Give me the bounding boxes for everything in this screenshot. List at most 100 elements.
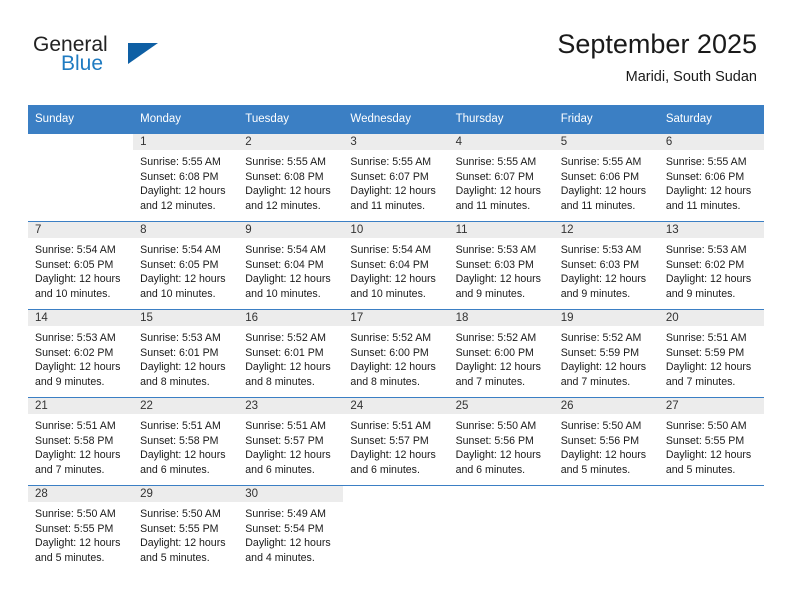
- calendar-day-cell[interactable]: 29 Sunrise: 5:50 AM Sunset: 5:55 PM Dayligh…: [133, 485, 239, 573]
- day-cell-inner: 13 Sunrise: 5:53 AM Sunset: 6:02 PM Dayligh…: [658, 221, 764, 309]
- calendar-day-cell[interactable]: 26 Sunrise: 5:50 AM Sunset: 5:56 PM Dayligh…: [553, 397, 659, 485]
- sunset-text: Sunset: 5:57 PM: [245, 434, 324, 447]
- daylight-text-line1: Daylight: 12 hours: [245, 185, 331, 198]
- daylight-text-line2: and 7 minutes.: [665, 375, 736, 388]
- sunset-text: Sunset: 5:56 PM: [455, 434, 534, 447]
- day-cell-inner: 15 Sunrise: 5:53 AM Sunset: 6:01 PM Dayligh…: [133, 309, 239, 397]
- calendar-day-cell[interactable]: 30 Sunrise: 5:49 AM Sunset: 5:54 PM Dayligh…: [238, 485, 344, 573]
- day-cell-inner: [343, 485, 449, 573]
- calendar-day-cell[interactable]: 9 Sunrise: 5:54 AM Sunset: 6:04 PM Daylight…: [238, 221, 344, 309]
- sunset-text: Sunset: 5:58 PM: [140, 434, 219, 447]
- daylight-text-line2: and 6 minutes.: [350, 463, 420, 476]
- sunset-text: Sunset: 6:06 PM: [560, 170, 640, 183]
- day-number: 25: [448, 398, 554, 414]
- calendar-day-cell[interactable]: 5 Sunrise: 5:55 AM Sunset: 6:06 PM Daylight…: [553, 133, 659, 221]
- weekday-header-friday: Friday: [553, 105, 659, 133]
- calendar-day-cell[interactable]: 4 Sunrise: 5:55 AM Sunset: 6:07 PM Daylight…: [448, 133, 554, 221]
- day-cell-inner: [448, 485, 554, 573]
- sunset-text: Sunset: 6:05 PM: [140, 258, 219, 271]
- calendar-day-cell[interactable]: 2 Sunrise: 5:55 AM Sunset: 6:08 PM Daylight…: [238, 133, 344, 221]
- day-cell-inner: 7 Sunrise: 5:54 AM Sunset: 6:05 PM Daylight…: [28, 221, 134, 309]
- day-cell-inner: 12 Sunrise: 5:53 AM Sunset: 6:03 PM Dayligh…: [553, 221, 659, 309]
- day-number: [28, 134, 133, 150]
- day-cell-inner: 27 Sunrise: 5:50 AM Sunset: 5:55 PM Dayligh…: [658, 397, 764, 485]
- sunrise-text: Sunrise: 5:51 AM: [140, 420, 221, 432]
- calendar-day-cell[interactable]: 17 Sunrise: 5:52 AM Sunset: 6:00 PM Dayligh…: [343, 309, 449, 397]
- sunset-text: Sunset: 6:04 PM: [245, 258, 324, 271]
- daylight-text-line1: Daylight: 12 hours: [35, 361, 121, 374]
- daylight-text-line2: and 8 minutes.: [140, 375, 210, 388]
- sunrise-text: Sunrise: 5:53 AM: [665, 244, 747, 256]
- day-sun-info: Sunrise: 5:53 AM Sunset: 6:03 PM Daylight:…: [554, 238, 659, 301]
- logo-triangle-icon: [128, 43, 158, 64]
- sunrise-text: Sunrise: 5:50 AM: [560, 420, 642, 432]
- sunset-text: Sunset: 6:04 PM: [350, 258, 429, 271]
- sunrise-text: Sunrise: 5:55 AM: [665, 156, 747, 168]
- calendar-day-cell[interactable]: 25 Sunrise: 5:50 AM Sunset: 5:56 PM Dayligh…: [448, 397, 554, 485]
- sunrise-text: Sunrise: 5:55 AM: [560, 156, 642, 168]
- sunrise-text: Sunrise: 5:51 AM: [245, 420, 326, 432]
- day-cell-inner: 29 Sunrise: 5:50 AM Sunset: 5:55 PM Dayligh…: [133, 485, 239, 573]
- calendar-day-cell[interactable]: 15 Sunrise: 5:53 AM Sunset: 6:01 PM Dayligh…: [133, 309, 239, 397]
- calendar-day-cell[interactable]: 7 Sunrise: 5:54 AM Sunset: 6:05 PM Daylight…: [28, 221, 134, 309]
- calendar-day-cell[interactable]: 21 Sunrise: 5:51 AM Sunset: 5:58 PM Dayligh…: [28, 397, 134, 485]
- general-blue-logo[interactable]: General Blue: [33, 33, 213, 83]
- calendar-day-cell[interactable]: 24 Sunrise: 5:51 AM Sunset: 5:57 PM Dayligh…: [343, 397, 449, 485]
- day-sun-info: Sunrise: 5:55 AM Sunset: 6:08 PM Daylight:…: [133, 150, 238, 213]
- calendar-day-cell[interactable]: 14 Sunrise: 5:53 AM Sunset: 6:02 PM Dayligh…: [28, 309, 134, 397]
- calendar-day-cell[interactable]: 10 Sunrise: 5:54 AM Sunset: 6:04 PM Dayligh…: [343, 221, 449, 309]
- calendar-day-cell[interactable]: 8 Sunrise: 5:54 AM Sunset: 6:05 PM Daylight…: [133, 221, 239, 309]
- calendar-day-cell[interactable]: 18 Sunrise: 5:52 AM Sunset: 6:00 PM Dayligh…: [448, 309, 554, 397]
- calendar-day-cell[interactable]: 20 Sunrise: 5:51 AM Sunset: 5:59 PM Dayligh…: [658, 309, 764, 397]
- day-number: 28: [28, 486, 134, 502]
- day-sun-info: Sunrise: 5:51 AM Sunset: 5:58 PM Daylight:…: [28, 414, 133, 477]
- page-header: General Blue September 2025 Maridi, Sout…: [0, 0, 792, 100]
- day-sun-info: Sunrise: 5:55 AM Sunset: 6:07 PM Daylight:…: [449, 150, 554, 213]
- day-sun-info: Sunrise: 5:55 AM Sunset: 6:08 PM Daylight:…: [238, 150, 343, 213]
- day-cell-inner: 16 Sunrise: 5:52 AM Sunset: 6:01 PM Dayligh…: [238, 309, 344, 397]
- calendar-day-cell[interactable]: 1 Sunrise: 5:55 AM Sunset: 6:08 PM Daylight…: [133, 133, 239, 221]
- day-sun-info: Sunrise: 5:53 AM Sunset: 6:03 PM Daylight:…: [449, 238, 554, 301]
- calendar-week-row: 21 Sunrise: 5:51 AM Sunset: 5:58 PM Dayligh…: [28, 397, 764, 485]
- day-sun-info: Sunrise: 5:51 AM Sunset: 5:58 PM Daylight:…: [133, 414, 238, 477]
- daylight-text-line2: and 5 minutes.: [665, 463, 736, 476]
- sunset-text: Sunset: 5:57 PM: [350, 434, 429, 447]
- daylight-text-line1: Daylight: 12 hours: [665, 273, 752, 286]
- day-number: 22: [133, 398, 239, 414]
- sunset-text: Sunset: 6:08 PM: [245, 170, 324, 183]
- weekday-header-thursday: Thursday: [448, 105, 554, 133]
- daylight-text-line2: and 10 minutes.: [350, 287, 426, 300]
- calendar-day-cell[interactable]: 6 Sunrise: 5:55 AM Sunset: 6:06 PM Daylight…: [658, 133, 764, 221]
- calendar-day-cell[interactable]: 16 Sunrise: 5:52 AM Sunset: 6:01 PM Dayligh…: [238, 309, 344, 397]
- daylight-text-line2: and 5 minutes.: [560, 463, 631, 476]
- day-sun-info: Sunrise: 5:52 AM Sunset: 6:00 PM Daylight:…: [449, 326, 554, 389]
- sunset-text: Sunset: 5:56 PM: [560, 434, 640, 447]
- day-number: 29: [133, 486, 239, 502]
- sunrise-text: Sunrise: 5:55 AM: [455, 156, 537, 168]
- calendar-day-cell[interactable]: 19 Sunrise: 5:52 AM Sunset: 5:59 PM Dayligh…: [553, 309, 659, 397]
- day-cell-inner: 10 Sunrise: 5:54 AM Sunset: 6:04 PM Dayligh…: [343, 221, 449, 309]
- sunrise-text: Sunrise: 5:54 AM: [245, 244, 326, 256]
- calendar-day-cell[interactable]: 22 Sunrise: 5:51 AM Sunset: 5:58 PM Dayligh…: [133, 397, 239, 485]
- calendar-day-cell[interactable]: 23 Sunrise: 5:51 AM Sunset: 5:57 PM Dayligh…: [238, 397, 344, 485]
- day-cell-inner: 20 Sunrise: 5:51 AM Sunset: 5:59 PM Dayligh…: [658, 309, 764, 397]
- calendar-empty-cell: [553, 485, 659, 573]
- calendar-day-cell[interactable]: 12 Sunrise: 5:53 AM Sunset: 6:03 PM Dayligh…: [553, 221, 659, 309]
- day-number: 17: [343, 310, 449, 326]
- daylight-text-line1: Daylight: 12 hours: [245, 537, 331, 550]
- day-cell-inner: [658, 485, 764, 573]
- sunrise-text: Sunrise: 5:53 AM: [455, 244, 537, 256]
- calendar-empty-cell: [448, 485, 554, 573]
- calendar-week-row: 28 Sunrise: 5:50 AM Sunset: 5:55 PM Dayligh…: [28, 485, 764, 573]
- calendar-table: Sunday Monday Tuesday Wednesday Thursday…: [28, 105, 764, 573]
- day-cell-inner: 8 Sunrise: 5:54 AM Sunset: 6:05 PM Daylight…: [133, 221, 239, 309]
- calendar-day-cell[interactable]: 28 Sunrise: 5:50 AM Sunset: 5:55 PM Dayligh…: [28, 485, 134, 573]
- calendar-week-row: 14 Sunrise: 5:53 AM Sunset: 6:02 PM Dayligh…: [28, 309, 764, 397]
- calendar-day-cell[interactable]: 13 Sunrise: 5:53 AM Sunset: 6:02 PM Dayligh…: [658, 221, 764, 309]
- daylight-text-line2: and 5 minutes.: [35, 551, 105, 564]
- calendar-day-cell[interactable]: 11 Sunrise: 5:53 AM Sunset: 6:03 PM Dayligh…: [448, 221, 554, 309]
- calendar-day-cell[interactable]: 3 Sunrise: 5:55 AM Sunset: 6:07 PM Daylight…: [343, 133, 449, 221]
- daylight-text-line2: and 4 minutes.: [245, 551, 315, 564]
- calendar-day-cell[interactable]: 27 Sunrise: 5:50 AM Sunset: 5:55 PM Dayligh…: [658, 397, 764, 485]
- day-number: 24: [343, 398, 449, 414]
